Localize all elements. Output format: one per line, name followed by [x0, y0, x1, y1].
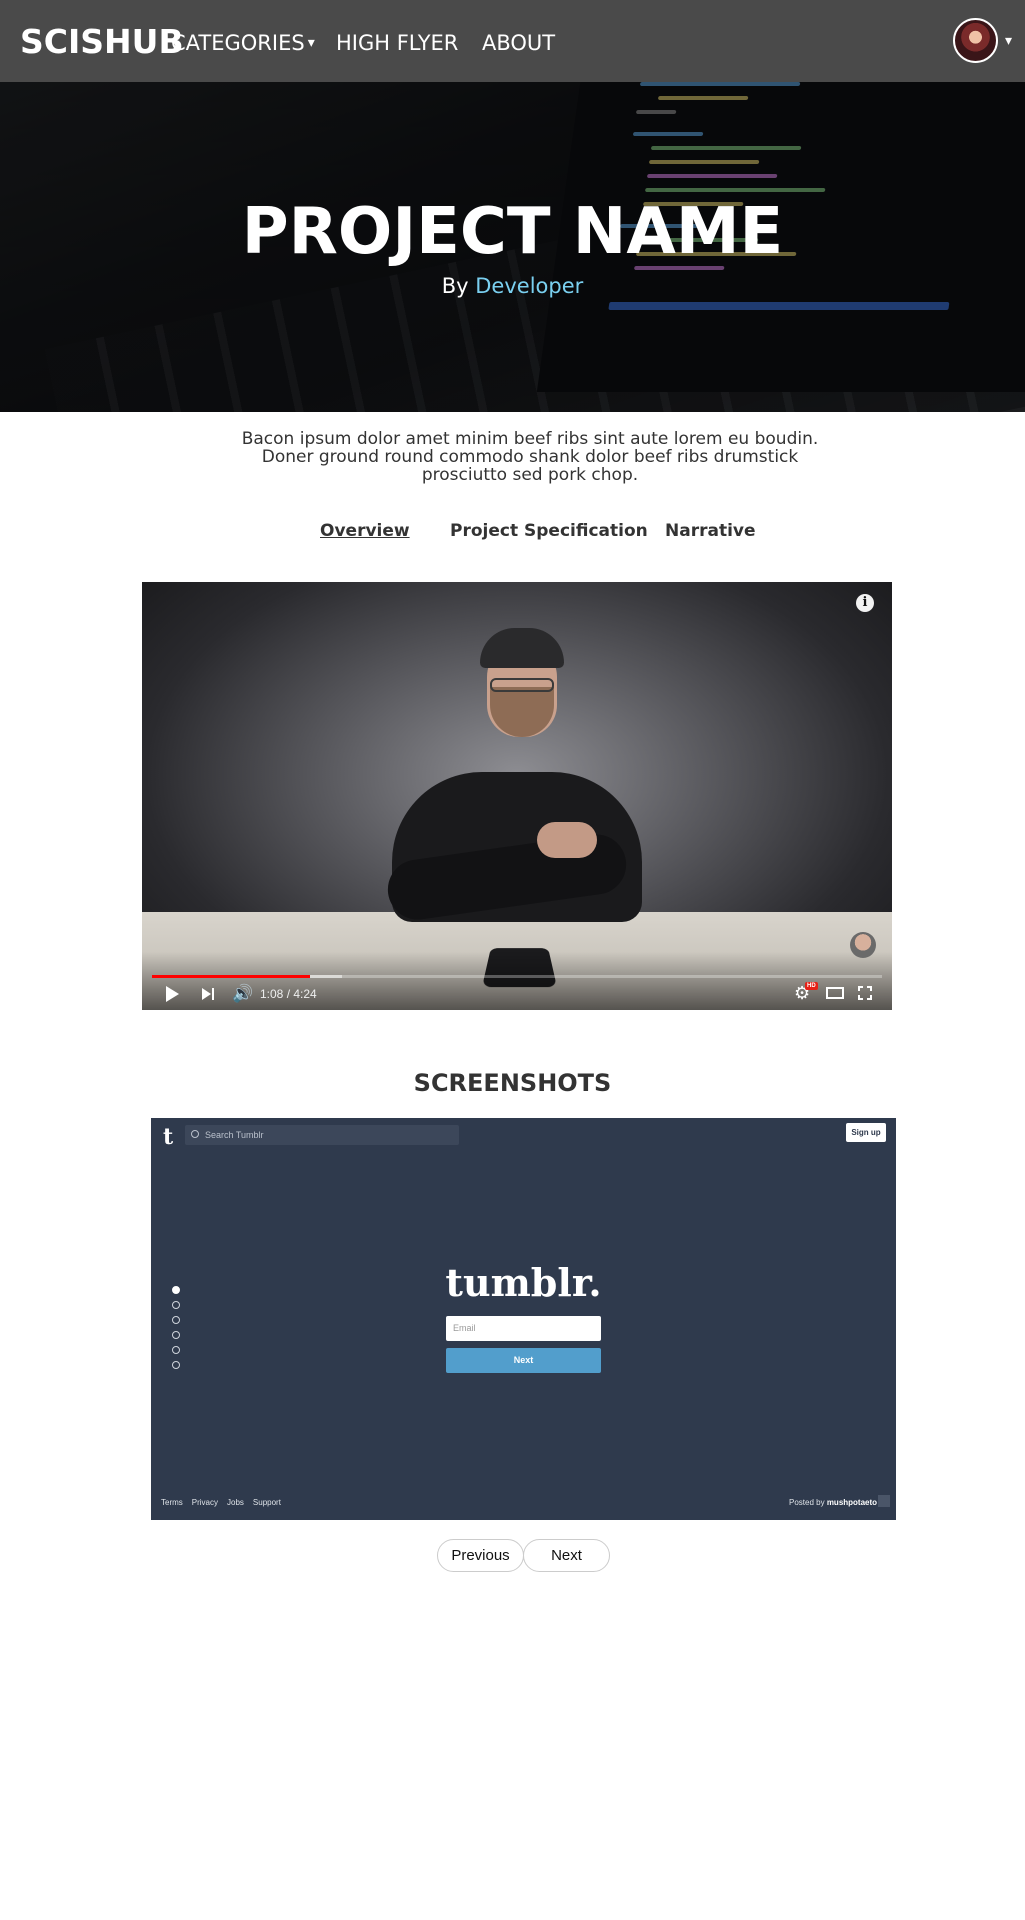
video-scene-cap	[480, 628, 564, 668]
brand-logo[interactable]: SCISHUB	[20, 22, 184, 61]
tumblr-search-placeholder: Search Tumblr	[205, 1130, 264, 1140]
video-scene-hand	[537, 822, 597, 858]
nav-high-flyer[interactable]: HIGH FLYER	[336, 31, 458, 55]
nav-categories[interactable]: CATEGORIES ▾	[171, 31, 315, 55]
video-played-bar	[152, 975, 311, 978]
video-time: 1:08 / 4:24	[260, 987, 317, 1001]
search-icon	[191, 1130, 199, 1138]
hero-banner: PROJECT NAME By Developer	[0, 82, 1025, 412]
tumblr-footer-links: Terms Privacy Jobs Support	[161, 1498, 290, 1507]
play-icon[interactable]	[166, 986, 179, 1002]
tumblr-footer-jobs: Jobs	[227, 1498, 244, 1507]
navbar: SCISHUB CATEGORIES ▾ HIGH FLYER ABOUT ▾	[0, 0, 1025, 82]
volume-icon[interactable]: 🔊	[232, 985, 253, 1002]
nav-categories-label: CATEGORIES	[171, 31, 305, 55]
tumblr-footer-privacy: Privacy	[191, 1498, 219, 1507]
tumblr-wordmark: tumblr.	[445, 1260, 602, 1305]
project-byline: By Developer	[0, 274, 1025, 298]
previous-button[interactable]: Previous	[437, 1539, 524, 1572]
theater-mode-icon[interactable]	[826, 987, 844, 999]
channel-avatar-icon[interactable]	[850, 932, 876, 958]
project-description: Bacon ipsum dolor amet minim beef ribs s…	[241, 429, 819, 485]
screenshots-heading: SCREENSHOTS	[413, 1069, 612, 1097]
screenshot-image: t Search Tumblr Sign up tumblr. Email Ne…	[151, 1118, 896, 1520]
tab-project-specification[interactable]: Project Specification	[450, 521, 648, 541]
tumblr-email-field: Email	[446, 1316, 601, 1341]
tab-narrative[interactable]: Narrative	[665, 521, 756, 541]
posted-by-label: Posted by	[789, 1498, 825, 1507]
tab-overview[interactable]: Overview	[320, 521, 410, 541]
tumblr-footer-support: Support	[252, 1498, 281, 1507]
hd-badge: HD	[805, 982, 818, 990]
posted-by-user: mushpotaeto	[826, 1498, 878, 1507]
next-button[interactable]: Next	[523, 1539, 610, 1572]
tumblr-footer-terms: Terms	[161, 1498, 183, 1507]
user-menu[interactable]: ▾	[953, 18, 1012, 63]
tumblr-search-bar: Search Tumblr	[185, 1125, 459, 1145]
tumblr-next-button: Next	[446, 1348, 601, 1373]
developer-link[interactable]: Developer	[475, 274, 583, 298]
nav-about[interactable]: ABOUT	[482, 31, 555, 55]
tumblr-posted-by: Posted by mushpotaeto	[789, 1498, 877, 1507]
avatar[interactable]	[953, 18, 998, 63]
video-player[interactable]: i 🔊 1:08 / 4:24 ⚙ HD	[142, 582, 892, 1010]
byline-prefix: By	[441, 274, 469, 298]
video-scene-glasses	[490, 678, 554, 692]
project-title: PROJECT NAME	[241, 195, 784, 269]
avatar-caret-icon[interactable]: ▾	[1005, 32, 1012, 49]
next-track-icon[interactable]	[202, 988, 216, 1000]
tumblr-t-icon: t	[163, 1124, 174, 1150]
tumblr-signup-button: Sign up	[846, 1123, 886, 1142]
video-controls-gradient	[142, 952, 892, 1010]
fullscreen-icon[interactable]	[858, 986, 872, 1000]
tumblr-corner-square	[878, 1495, 890, 1507]
categories-caret-icon: ▾	[307, 35, 315, 51]
info-icon[interactable]: i	[856, 594, 874, 612]
video-progress-bar[interactable]	[152, 975, 882, 978]
